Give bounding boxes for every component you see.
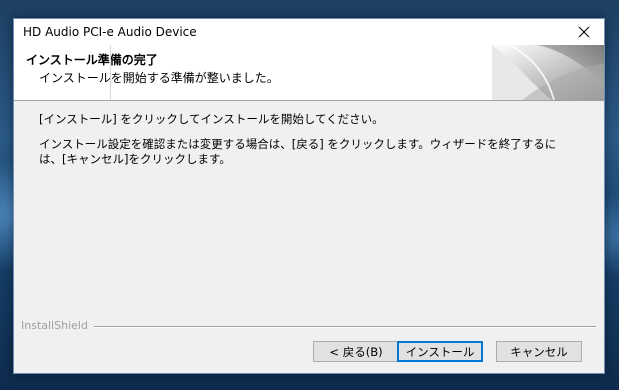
header-divider bbox=[110, 45, 111, 100]
info-paragraph: インストール設定を確認または変更する場合は、[戻る] をクリックします。ウィザー… bbox=[39, 137, 557, 166]
header-title: インストール準備の完了 bbox=[26, 53, 158, 67]
install-button[interactable]: インストール bbox=[397, 341, 483, 362]
back-button[interactable]: < 戻る(B) bbox=[313, 341, 399, 362]
close-button[interactable] bbox=[564, 19, 604, 45]
instruction-text: [インストール] をクリックしてインストールを開始してください。 bbox=[39, 112, 384, 126]
title-bar: HD Audio PCI-e Audio Device bbox=[14, 19, 604, 45]
footer-divider bbox=[94, 326, 596, 328]
window-title: HD Audio PCI-e Audio Device bbox=[23, 25, 197, 39]
cancel-button[interactable]: キャンセル bbox=[496, 341, 582, 362]
header-subtitle: インストールを開始する準備が整いました。 bbox=[39, 71, 279, 85]
wizard-header: インストール準備の完了 インストールを開始する準備が整いました。 bbox=[14, 45, 604, 101]
close-icon bbox=[578, 26, 590, 38]
installer-dialog: HD Audio PCI-e Audio Device インストール準備の完了 … bbox=[13, 18, 605, 374]
installshield-graphic bbox=[492, 45, 604, 100]
installshield-label: InstallShield bbox=[21, 319, 88, 332]
